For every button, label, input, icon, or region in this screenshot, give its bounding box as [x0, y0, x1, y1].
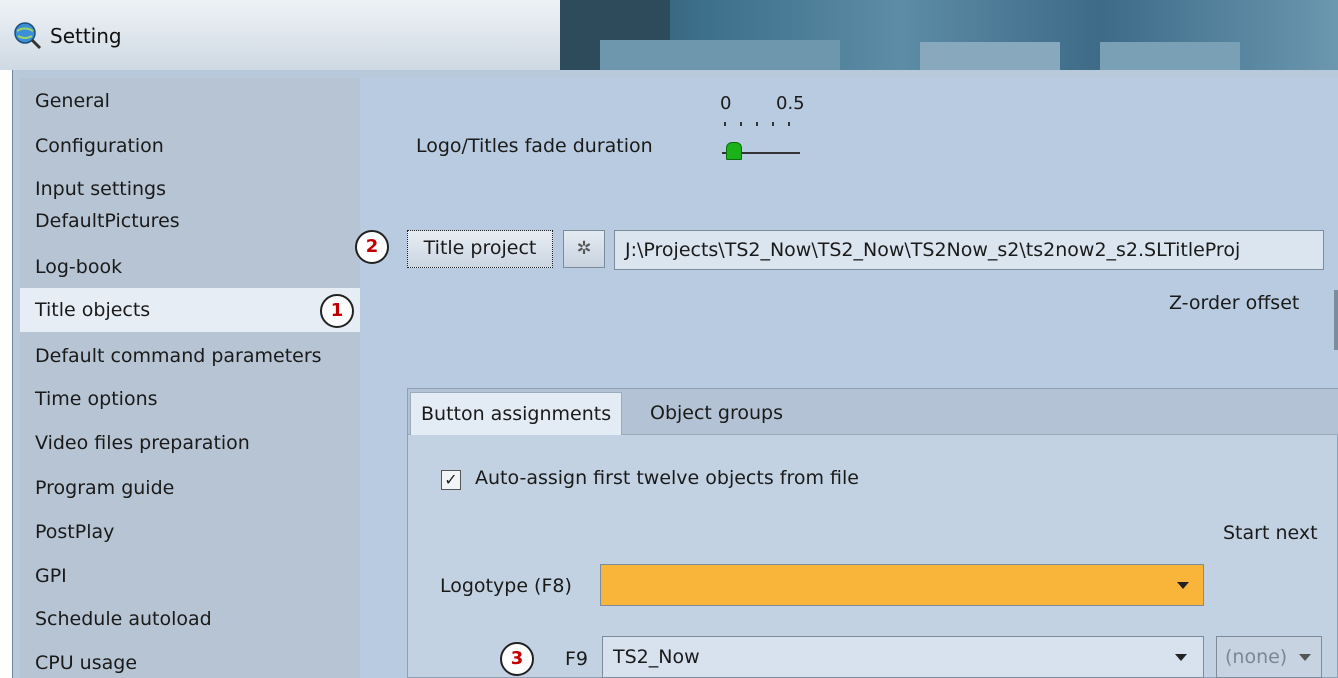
tab-button-assignments[interactable]: Button assignments [410, 392, 623, 435]
background-window-strip [1100, 42, 1240, 70]
title-project-button[interactable]: Title project [407, 230, 553, 268]
chevron-down-icon [1177, 582, 1189, 589]
sidebar-item-log-book[interactable]: Log-book [20, 254, 375, 280]
slider-tick [756, 122, 758, 126]
f9-value: TS2_Now [613, 646, 700, 668]
sidebar-item-cpu-usage[interactable]: CPU usage [20, 650, 375, 676]
title-project-path-field[interactable]: J:\Projects\TS2_Now\TS2_Now\TS2Now_s2\ts… [614, 230, 1324, 270]
sidebar-item-video-files-preparation[interactable]: Video files preparation [20, 430, 375, 456]
slider-tick [788, 122, 790, 126]
logotype-combo[interactable] [600, 564, 1204, 606]
f9-secondary-value: (none) [1225, 646, 1288, 668]
background-window-strip [920, 42, 1060, 70]
sidebar-item-general[interactable]: General [20, 88, 375, 114]
tab-object-groups[interactable]: Object groups [640, 392, 793, 435]
sidebar-item-schedule-autoload[interactable]: Schedule autoload [20, 606, 375, 632]
callout-2: 2 [355, 230, 389, 264]
slider-tick [772, 122, 774, 126]
auto-assign-checkbox[interactable]: ✓ [441, 470, 461, 490]
sidebar-item-input-settings[interactable]: Input settings [20, 176, 375, 202]
start-next-label: Start next [1223, 522, 1318, 544]
chevron-down-icon [1299, 654, 1311, 661]
f9-label: F9 [565, 648, 589, 670]
globe-magnifier-icon [14, 22, 42, 50]
fade-duration-slider[interactable] [718, 110, 804, 165]
background-window-strip [600, 40, 840, 70]
window-title: Setting [50, 24, 122, 48]
settings-sidebar: General Configuration Input settings Def… [20, 78, 375, 678]
checkmark-icon: ✓ [444, 470, 458, 489]
sidebar-item-time-options[interactable]: Time options [20, 386, 375, 412]
slider-thumb[interactable] [726, 142, 742, 160]
slider-tick [740, 122, 742, 126]
sidebar-item-gpi[interactable]: GPI [20, 563, 375, 589]
sparkle-clear-icon: ✲ [576, 238, 592, 259]
clear-project-button[interactable]: ✲ [563, 230, 605, 268]
callout-3: 3 [500, 642, 534, 676]
chevron-down-icon [1175, 654, 1187, 661]
sidebar-item-postplay[interactable]: PostPlay [20, 519, 375, 545]
z-order-offset-label: Z-order offset [1169, 292, 1300, 314]
z-order-field-edge[interactable] [1334, 290, 1338, 350]
slider-tick [724, 122, 726, 126]
f9-object-combo[interactable]: TS2_Now [602, 636, 1204, 678]
f9-secondary-combo[interactable]: (none) [1216, 636, 1322, 678]
sidebar-item-program-guide[interactable]: Program guide [20, 475, 375, 501]
sidebar-item-defaultpictures[interactable]: DefaultPictures [20, 208, 375, 234]
auto-assign-label: Auto-assign first twelve objects from fi… [475, 467, 859, 489]
logotype-label: Logotype (F8) [440, 575, 572, 597]
window-titlebar: Setting [0, 0, 1338, 70]
sidebar-item-default-command-parameters[interactable]: Default command parameters [20, 343, 375, 369]
fade-duration-label: Logo/Titles fade duration [416, 135, 653, 157]
callout-1: 1 [320, 294, 354, 328]
sidebar-item-configuration[interactable]: Configuration [20, 133, 375, 159]
